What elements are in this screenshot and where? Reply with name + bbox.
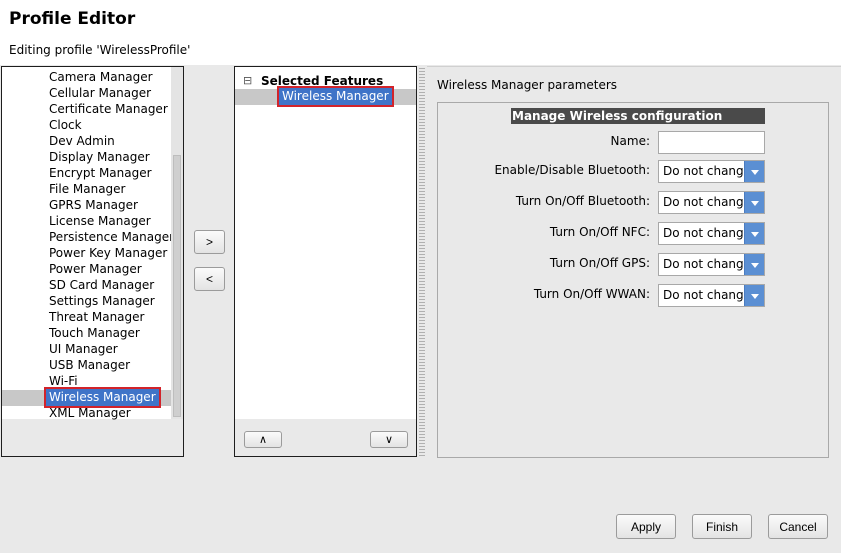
dropdown-value: Do not change	[663, 226, 752, 240]
available-feature-item[interactable]: GPRS Manager	[49, 197, 138, 213]
collapse-tree-icon[interactable]: ⊟	[243, 74, 252, 87]
selected-features-header: Selected Features	[261, 74, 384, 88]
finish-button[interactable]: Finish	[692, 514, 752, 539]
param-dropdown[interactable]: Do not change	[658, 191, 765, 214]
parameters-title: Wireless Manager parameters	[437, 78, 618, 92]
chevron-down-icon[interactable]	[744, 192, 764, 213]
dropdown-value: Do not change	[663, 164, 752, 178]
param-row: Enable/Disable Bluetooth: Do not change	[438, 160, 830, 183]
available-feature-item[interactable]: Persistence Manager	[49, 229, 174, 245]
name-row: Name:	[438, 131, 830, 154]
param-row: Turn On/Off WWAN: Do not change	[438, 284, 830, 307]
param-label: Turn On/Off WWAN:	[533, 287, 650, 301]
available-features-panel: Camera Manager Cellular Manager Certificat…	[1, 66, 184, 457]
available-feature-item[interactable]: License Manager	[49, 213, 151, 229]
param-dropdown[interactable]: Do not change	[658, 284, 765, 307]
dropdown-value: Do not change	[663, 195, 752, 209]
chevron-down-icon[interactable]	[744, 223, 764, 244]
available-feature-item[interactable]: Touch Manager	[49, 325, 140, 341]
panel-splitter[interactable]	[419, 66, 425, 457]
name-field[interactable]	[658, 131, 765, 154]
available-feature-item[interactable]: File Manager	[49, 181, 126, 197]
available-feature-item-selected[interactable]: Wireless Manager	[44, 387, 161, 408]
move-up-button[interactable]: ∧	[244, 431, 282, 448]
selected-features-panel: ⊟ Selected Features Wireless Manager ∧ ∨	[234, 66, 417, 457]
page-title: Profile Editor	[9, 9, 136, 29]
available-feature-item[interactable]: Clock	[49, 117, 82, 133]
dropdown-value: Do not change	[663, 257, 752, 271]
param-dropdown[interactable]: Do not change	[658, 253, 765, 276]
chevron-down-icon[interactable]	[744, 285, 764, 306]
apply-button[interactable]: Apply	[616, 514, 676, 539]
param-row: Turn On/Off GPS: Do not change	[438, 253, 830, 276]
available-features-list[interactable]: Camera Manager Cellular Manager Certificat…	[2, 67, 183, 421]
move-down-button[interactable]: ∨	[370, 431, 408, 448]
remove-feature-button[interactable]: <	[194, 267, 225, 291]
available-feature-item[interactable]: Power Manager	[49, 261, 142, 277]
selected-features-list[interactable]: ⊟ Selected Features Wireless Manager	[235, 67, 416, 419]
param-row: Turn On/Off NFC: Do not change	[438, 222, 830, 245]
available-feature-item[interactable]: Wi-Fi	[49, 373, 78, 389]
available-feature-item[interactable]: Threat Manager	[49, 309, 144, 325]
selected-feature-item[interactable]: Wireless Manager	[277, 86, 394, 107]
name-label: Name:	[610, 134, 650, 148]
chevron-down-icon[interactable]	[744, 161, 764, 182]
param-row: Turn On/Off Bluetooth: Do not change	[438, 191, 830, 214]
available-feature-item[interactable]: USB Manager	[49, 357, 130, 373]
header: Profile Editor Editing profile 'Wireless…	[0, 0, 841, 65]
param-label: Enable/Disable Bluetooth:	[494, 163, 650, 177]
cancel-button[interactable]: Cancel	[768, 514, 828, 539]
add-feature-button[interactable]: >	[194, 230, 225, 254]
param-label: Turn On/Off Bluetooth:	[515, 194, 650, 208]
available-feature-item[interactable]: XML Manager	[49, 405, 131, 421]
parameters-panel: Wireless Manager parameters Manage Wirel…	[427, 66, 841, 458]
available-feature-item[interactable]: Settings Manager	[49, 293, 155, 309]
available-feature-item[interactable]: Certificate Manager	[49, 101, 168, 117]
page-subtitle: Editing profile 'WirelessProfile'	[9, 43, 191, 57]
section-title: Manage Wireless configuration	[511, 108, 765, 124]
available-list-scrollbar[interactable]	[171, 67, 183, 419]
available-feature-item[interactable]: Cellular Manager	[49, 85, 151, 101]
scrollbar-thumb[interactable]	[173, 155, 181, 417]
chevron-down-icon[interactable]	[744, 254, 764, 275]
param-label: Turn On/Off GPS:	[549, 256, 650, 270]
available-feature-item[interactable]: Dev Admin	[49, 133, 115, 149]
available-feature-item[interactable]: UI Manager	[49, 341, 118, 357]
available-feature-item[interactable]: SD Card Manager	[49, 277, 154, 293]
available-feature-item[interactable]: Power Key Manager	[49, 245, 167, 261]
param-label: Turn On/Off NFC:	[549, 225, 650, 239]
param-dropdown[interactable]: Do not change	[658, 222, 765, 245]
param-dropdown[interactable]: Do not change	[658, 160, 765, 183]
available-feature-item[interactable]: Camera Manager	[49, 69, 153, 85]
available-feature-item[interactable]: Encrypt Manager	[49, 165, 152, 181]
parameters-box: Manage Wireless configuration Name: Enab…	[437, 102, 829, 458]
dropdown-value: Do not change	[663, 288, 752, 302]
available-feature-item[interactable]: Display Manager	[49, 149, 150, 165]
